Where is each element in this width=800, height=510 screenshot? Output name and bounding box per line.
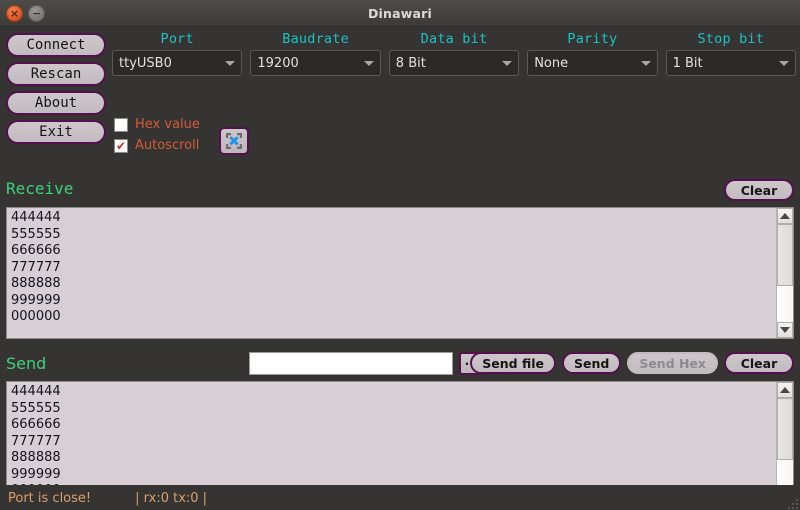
window-controls: × − (0, 4, 45, 22)
chevron-up-icon (780, 387, 790, 393)
main-area: Connect Rescan About Exit Port Baudrate … (0, 27, 800, 510)
minimize-icon[interactable]: − (28, 4, 45, 22)
connect-button[interactable]: Connect (6, 33, 106, 57)
chevron-down-icon (780, 327, 790, 333)
receive-section-label: Receive (6, 179, 74, 198)
close-icon[interactable]: × (6, 4, 23, 22)
receive-textarea[interactable]: 444444 555555 666666 777777 888888 99999… (6, 207, 794, 339)
chevron-down-icon (502, 60, 513, 66)
rx-tx-counters: | rx:0 tx:0 | (135, 490, 208, 506)
serial-config-grid: Port Baudrate Data bit Parity Stop bit t… (112, 31, 796, 76)
hex-value-checkbox-row[interactable]: Hex value (114, 117, 200, 132)
send-input[interactable] (249, 352, 453, 375)
expand-arrows-button[interactable] (219, 127, 249, 155)
baudrate-label: Baudrate (282, 31, 349, 47)
minimize-glyph: − (31, 6, 42, 20)
autoscroll-label: Autoscroll (135, 138, 200, 153)
exit-button[interactable]: Exit (6, 120, 106, 144)
scroll-up-button[interactable] (777, 382, 793, 398)
chevron-down-icon (363, 60, 374, 66)
hex-value-checkbox[interactable] (114, 117, 128, 132)
baudrate-select[interactable]: 19200 (250, 50, 381, 76)
chevron-up-icon (780, 213, 790, 219)
status-bar: Port is close! | rx:0 tx:0 | (0, 485, 800, 510)
send-section-label: Send (6, 354, 47, 373)
chevron-down-icon (640, 60, 651, 66)
port-select[interactable]: ttyUSB0 (112, 50, 243, 76)
title-bar: × − Dinawari (0, 0, 800, 27)
receive-scrollbar[interactable] (776, 208, 793, 338)
rescan-button[interactable]: Rescan (6, 62, 106, 86)
send-hex-button: Send Hex (627, 352, 718, 374)
data-bit-select[interactable]: 8 Bit (388, 50, 520, 76)
port-label: Port (160, 31, 194, 47)
scroll-down-button[interactable] (777, 322, 793, 338)
about-button[interactable]: About (6, 91, 106, 115)
send-button[interactable]: Send (561, 352, 622, 374)
parity-value: None (534, 55, 569, 71)
expand-arrows-icon (226, 133, 242, 149)
receive-clear-button[interactable]: Clear (724, 179, 794, 201)
stop-bit-select[interactable]: 1 Bit (665, 50, 796, 76)
port-status-text: Port is close! (8, 490, 92, 506)
close-glyph: × (9, 6, 20, 20)
action-button-group: Connect Rescan About Exit (6, 33, 106, 144)
resize-grip[interactable] (784, 495, 798, 509)
chevron-down-icon (778, 60, 789, 66)
options-group: Hex value ✔ Autoscroll (114, 117, 200, 153)
data-bit-value: 8 Bit (395, 55, 426, 71)
app-window: × − Dinawari Connect Rescan About Exit P… (0, 0, 800, 510)
send-file-button[interactable]: Send file (470, 352, 556, 374)
stop-bit-value: 1 Bit (672, 55, 703, 71)
autoscroll-checkbox[interactable]: ✔ (114, 138, 128, 153)
receive-scroll-thumb[interactable] (777, 224, 793, 286)
send-scroll-thumb[interactable] (777, 398, 793, 460)
autoscroll-checkbox-row[interactable]: ✔ Autoscroll (114, 138, 200, 153)
scroll-up-button[interactable] (777, 208, 793, 224)
baudrate-value: 19200 (257, 55, 299, 71)
stop-bit-label: Stop bit (697, 31, 765, 47)
chevron-down-icon (225, 60, 236, 66)
receive-text: 444444 555555 666666 777777 888888 99999… (11, 210, 61, 324)
send-actions-group: Send file Send Send Hex Clear (470, 352, 794, 374)
port-value: ttyUSB0 (119, 55, 172, 71)
window-title: Dinawari (367, 5, 433, 21)
parity-select[interactable]: None (527, 50, 658, 76)
send-scroll-track[interactable] (777, 398, 793, 490)
checkmark-icon: ✔ (115, 138, 127, 153)
send-clear-button[interactable]: Clear (724, 352, 794, 374)
data-bit-label: Data bit (420, 31, 488, 47)
parity-label: Parity (567, 31, 618, 47)
hex-value-label: Hex value (135, 117, 200, 132)
receive-scroll-track[interactable] (777, 224, 793, 322)
